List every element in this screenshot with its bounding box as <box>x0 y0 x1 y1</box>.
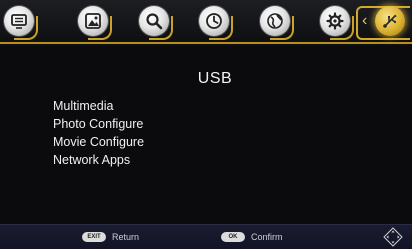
footer-hint-bar: EXIT Return OK Confirm <box>0 224 412 249</box>
tab-network[interactable] <box>260 6 294 40</box>
return-label: Return <box>112 232 140 242</box>
confirm-label: Confirm <box>251 232 283 242</box>
menu-item-movie-configure[interactable]: Movie Configure <box>53 133 144 151</box>
tv-menu-screen: ‹ USB Multimedia Photo Configure Movie C… <box>0 0 412 249</box>
page-title: USB <box>197 70 233 87</box>
top-bar-divider <box>0 42 412 44</box>
menu-item-multimedia[interactable]: Multimedia <box>53 97 144 115</box>
exit-key-icon: EXIT <box>82 232 106 242</box>
confirm-hint[interactable]: OK Confirm <box>221 232 283 242</box>
top-menu-bar: ‹ <box>0 0 412 46</box>
return-hint[interactable]: EXIT Return <box>82 232 139 242</box>
tab-settings[interactable] <box>320 6 354 40</box>
tab-time[interactable] <box>199 6 233 40</box>
chevron-left-icon: ‹ <box>362 12 368 29</box>
usb-icon <box>383 14 397 28</box>
tab-usb[interactable] <box>375 6 405 36</box>
tab-picture[interactable] <box>78 6 112 40</box>
usb-menu-list: Multimedia Photo Configure Movie Configu… <box>53 97 144 169</box>
menu-item-photo-configure[interactable]: Photo Configure <box>53 115 144 133</box>
ok-key-icon: OK <box>221 232 245 242</box>
tab-media[interactable] <box>4 6 38 40</box>
tab-search[interactable] <box>139 6 173 40</box>
menu-item-network-apps[interactable]: Network Apps <box>53 151 144 169</box>
dpad-navigation-icon <box>383 227 403 247</box>
